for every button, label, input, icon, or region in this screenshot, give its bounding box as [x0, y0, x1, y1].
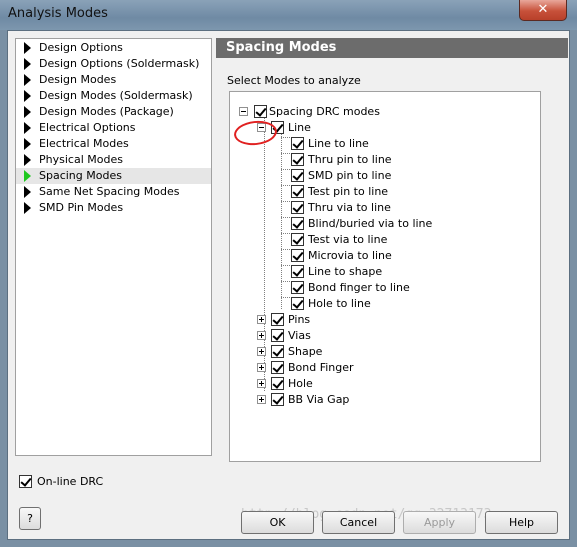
panel-heading-bar: Spacing Modes [216, 38, 568, 58]
category-list[interactable]: Design Options Design Options (Soldermask… [15, 38, 212, 456]
context-help-button[interactable]: ? [19, 507, 41, 530]
nav-item-label: Same Net Spacing Modes [39, 185, 180, 198]
triangle-right-icon [24, 90, 31, 102]
tree-item-label: Blind/buried via to line [308, 217, 433, 230]
tree-checkbox[interactable] [254, 105, 267, 118]
nav-item-label: Physical Modes [39, 153, 123, 166]
nav-item-label: Design Options (Soldermask) [39, 57, 200, 70]
apply-button[interactable]: Apply [403, 511, 476, 534]
expand-icon[interactable] [257, 379, 266, 388]
tree-checkbox[interactable] [291, 217, 304, 230]
expand-icon[interactable] [257, 363, 266, 372]
title-bar: Analysis Modes ✕ [0, 0, 577, 30]
tree-item-label: Hole [288, 377, 313, 390]
nav-item-label: Electrical Modes [39, 137, 129, 150]
tree-item-label: Thru pin to line [308, 153, 392, 166]
tree-checkbox[interactable] [291, 137, 304, 150]
nav-item-label: Electrical Options [39, 121, 136, 134]
tree-item-label: Test pin to line [308, 185, 389, 198]
cancel-button[interactable]: Cancel [322, 511, 395, 534]
nav-item[interactable]: Spacing Modes [16, 168, 211, 184]
triangle-right-icon [24, 170, 31, 182]
nav-item-label: Design Modes (Soldermask) [39, 89, 193, 102]
nav-item-label: SMD Pin Modes [39, 201, 124, 214]
expand-icon[interactable] [257, 395, 266, 404]
online-drc-label: On-line DRC [37, 475, 104, 488]
triangle-right-icon [24, 74, 31, 86]
triangle-right-icon [24, 154, 31, 166]
tree-item-label: Vias [288, 329, 311, 342]
triangle-right-icon [24, 202, 31, 214]
online-drc-checkbox[interactable] [19, 475, 32, 488]
tree-checkbox[interactable] [271, 313, 284, 326]
tree-item-label: Spacing DRC modes [269, 105, 380, 118]
tree-item-label: Shape [288, 345, 323, 358]
tree-item-label: Hole to line [308, 297, 371, 310]
collapse-icon[interactable] [239, 107, 248, 116]
triangle-right-icon [24, 138, 31, 150]
tree-item-label: Line to line [308, 137, 369, 150]
tree-checkbox[interactable] [271, 393, 284, 406]
triangle-right-icon [24, 42, 31, 54]
tree-checkbox[interactable] [271, 361, 284, 374]
tree-item-label: Line to shape [308, 265, 383, 278]
tree-item-label: Pins [288, 313, 311, 326]
tree-checkbox[interactable] [271, 377, 284, 390]
nav-item[interactable]: Design Modes (Soldermask) [16, 88, 211, 104]
tree-checkbox[interactable] [271, 345, 284, 358]
nav-item[interactable]: Design Modes (Package) [16, 104, 211, 120]
select-modes-label: Select Modes to analyze [227, 74, 361, 87]
tree-item-label: BB Via Gap [288, 393, 350, 406]
tree-checkbox[interactable] [291, 185, 304, 198]
nav-item-label: Spacing Modes [39, 169, 122, 182]
question-icon: ? [27, 512, 33, 525]
panel-heading: Spacing Modes [226, 40, 337, 55]
triangle-right-icon [24, 58, 31, 70]
nav-item[interactable]: Design Options [16, 40, 211, 56]
triangle-right-icon [24, 186, 31, 198]
nav-item[interactable]: Design Modes [16, 72, 211, 88]
tree-guide-line [281, 129, 282, 309]
nav-item[interactable]: Electrical Modes [16, 136, 211, 152]
tree-item-label: Bond Finger [288, 361, 354, 374]
ok-button[interactable]: OK [241, 511, 314, 534]
tree-checkbox[interactable] [291, 153, 304, 166]
triangle-right-icon [24, 106, 31, 118]
tree-checkbox[interactable] [291, 201, 304, 214]
tree-checkbox[interactable] [291, 265, 304, 278]
modes-tree[interactable]: Spacing DRC modes Line Line to line Thru pi… [229, 91, 541, 462]
nav-item[interactable]: SMD Pin Modes [16, 200, 211, 216]
nav-item-label: Design Modes [39, 73, 117, 86]
tree-checkbox[interactable] [291, 249, 304, 262]
tree-checkbox[interactable] [291, 281, 304, 294]
tree-checkbox[interactable] [271, 329, 284, 342]
tree-item-label: SMD pin to line [308, 169, 392, 182]
close-button[interactable]: ✕ [519, 0, 567, 21]
tree-item-label: Test via to line [308, 233, 388, 246]
nav-item[interactable]: Physical Modes [16, 152, 211, 168]
close-icon: ✕ [537, 2, 549, 17]
tree-item-label: Bond finger to line [308, 281, 410, 294]
nav-item[interactable]: Same Net Spacing Modes [16, 184, 211, 200]
tree-checkbox[interactable] [291, 233, 304, 246]
window-title: Analysis Modes [8, 6, 108, 21]
expand-icon[interactable] [257, 315, 266, 324]
tree-item-label: Thru via to line [308, 201, 391, 214]
tree-checkbox[interactable] [291, 169, 304, 182]
expand-icon[interactable] [257, 347, 266, 356]
nav-item-label: Design Modes (Package) [39, 105, 174, 118]
help-button[interactable]: Help [485, 511, 558, 534]
triangle-right-icon [24, 122, 31, 134]
tree-checkbox[interactable] [291, 297, 304, 310]
nav-item[interactable]: Electrical Options [16, 120, 211, 136]
tree-item-label: Line [288, 121, 311, 134]
tree-item-label: Microvia to line [308, 249, 392, 262]
nav-item[interactable]: Design Options (Soldermask) [16, 56, 211, 72]
dialog-body: Design Options Design Options (Soldermask… [7, 30, 570, 540]
expand-icon[interactable] [257, 331, 266, 340]
nav-item-label: Design Options [39, 41, 123, 54]
